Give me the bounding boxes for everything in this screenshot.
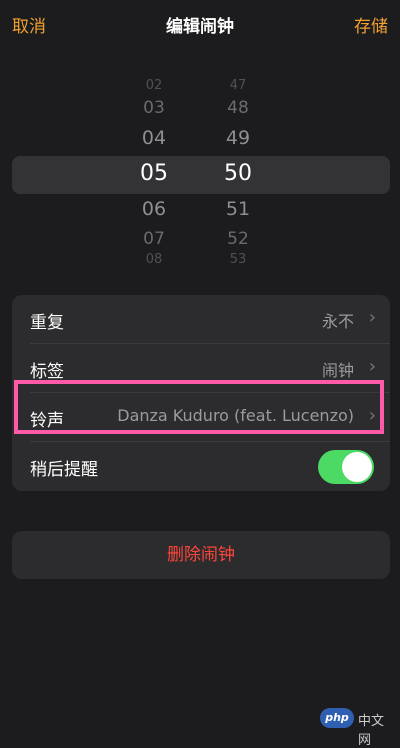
repeat-label: 重复 bbox=[30, 313, 64, 333]
php-logo: php bbox=[320, 708, 354, 728]
snooze-toggle[interactable] bbox=[318, 450, 374, 484]
minute-option[interactable]: 49 bbox=[208, 127, 268, 149]
save-button[interactable]: 存储 bbox=[354, 12, 388, 37]
repeat-row[interactable]: 重复 永不 › bbox=[12, 295, 390, 344]
chevron-right-icon: › bbox=[368, 356, 376, 377]
minute-option[interactable]: 51 bbox=[208, 198, 268, 220]
hour-selected[interactable]: 05 bbox=[124, 161, 184, 186]
minute-option[interactable]: 48 bbox=[208, 98, 268, 118]
picker-selection-band bbox=[12, 156, 390, 194]
toggle-knob bbox=[342, 452, 372, 482]
hour-option[interactable]: 07 bbox=[124, 229, 184, 249]
hour-option[interactable]: 04 bbox=[124, 127, 184, 149]
repeat-value: 永不 bbox=[321, 312, 354, 331]
minute-option[interactable]: 47 bbox=[208, 78, 268, 93]
hour-option[interactable]: 02 bbox=[124, 78, 184, 93]
ringtone-highlight-box bbox=[14, 380, 384, 434]
minute-option[interactable]: 53 bbox=[208, 252, 268, 267]
nav-bar: 取消 编辑闹钟 存储 bbox=[0, 0, 400, 52]
site-watermark: php 中文网 bbox=[320, 708, 392, 748]
hour-option[interactable]: 08 bbox=[124, 252, 184, 267]
minute-option[interactable]: 52 bbox=[208, 229, 268, 249]
snooze-row: 稍后提醒 bbox=[12, 442, 390, 491]
time-picker[interactable]: 02 03 04 05 06 07 08 47 48 49 50 51 52 5… bbox=[0, 70, 400, 270]
page-title: 编辑闹钟 bbox=[166, 17, 234, 37]
watermark-text: 中文网 bbox=[358, 714, 385, 748]
delete-alarm-button[interactable]: 删除闹钟 bbox=[12, 531, 390, 579]
minute-selected[interactable]: 50 bbox=[208, 161, 268, 186]
snooze-label: 稍后提醒 bbox=[30, 460, 98, 480]
hour-option[interactable]: 06 bbox=[124, 198, 184, 220]
chevron-right-icon: › bbox=[368, 307, 376, 328]
hour-option[interactable]: 03 bbox=[124, 98, 184, 118]
tag-label: 标签 bbox=[30, 362, 64, 382]
tag-value: 闹钟 bbox=[321, 361, 354, 380]
